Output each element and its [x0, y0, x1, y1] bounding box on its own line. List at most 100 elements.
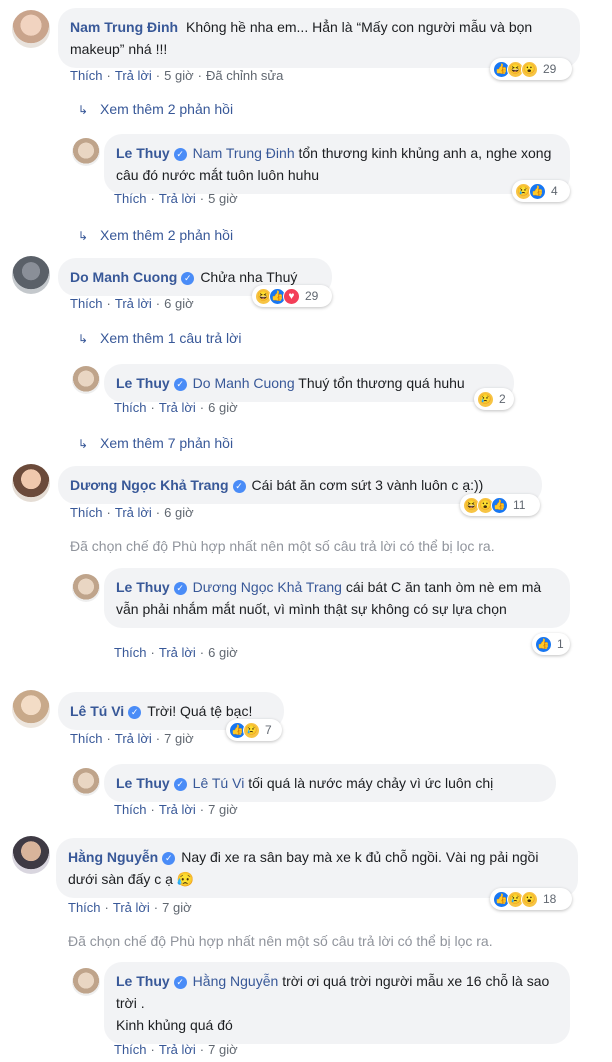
timestamp[interactable]: 7 giờ — [208, 1042, 238, 1057]
mention-link[interactable]: Lê Tú Vi — [193, 775, 245, 791]
reply-bubble: Le Thuy ✓ Hằng Nguyễn trời ơi quá trời ngư… — [104, 962, 570, 1044]
avatar[interactable] — [72, 574, 100, 602]
avatar[interactable] — [72, 968, 100, 996]
verified-badge-icon: ✓ — [232, 480, 246, 493]
love-icon: ♥ — [283, 287, 300, 305]
view-more-replies[interactable]: ↳ Xem thêm 1 câu trả lời — [78, 330, 241, 346]
timestamp[interactable]: 5 giờ — [164, 68, 194, 83]
reply-bubble: Le Thuy ✓ Lê Tú Vi tối quá là nước máy chả… — [104, 764, 556, 802]
reaction-count: 1 — [557, 637, 564, 651]
reaction-count: 18 — [543, 892, 557, 906]
reply-actions: Thích · Trả lời · 6 giờ — [114, 645, 238, 660]
reply-actions: Thích · Trả lời · 7 giờ — [114, 802, 238, 817]
reply-link[interactable]: Trả lời — [159, 1042, 196, 1057]
like-link[interactable]: Thích — [114, 645, 147, 660]
timestamp[interactable]: 6 giờ — [208, 400, 238, 415]
timestamp[interactable]: 7 giờ — [164, 731, 194, 746]
view-more-label: Xem thêm 1 câu trả lời — [100, 330, 242, 346]
mention-link[interactable]: Do Manh Cuong — [193, 375, 295, 391]
verified-badge-icon: ✓ — [173, 778, 187, 791]
reply-arrow-icon: ↳ — [78, 437, 89, 451]
reply-arrow-icon: ↳ — [78, 332, 89, 346]
comment-actions: Thích · Trả lời · 7 giờ — [68, 900, 192, 915]
timestamp[interactable]: 7 giờ — [208, 802, 238, 817]
like-link[interactable]: Thích — [70, 505, 103, 520]
reactions-summary[interactable]: 😆 😮 👍 11 — [460, 494, 540, 516]
timestamp[interactable]: 5 giờ — [208, 191, 238, 206]
like-link[interactable]: Thích — [70, 296, 103, 311]
timestamp[interactable]: 6 giờ — [208, 645, 238, 660]
reply-link[interactable]: Trả lời — [159, 645, 196, 660]
like-link[interactable]: Thích — [114, 1042, 147, 1057]
reply-author[interactable]: Le Thuy — [116, 973, 170, 989]
verified-badge-icon: ✓ — [173, 378, 187, 391]
reply-bubble: Le Thuy ✓ Do Manh Cuong Thuý tổn thương qu… — [104, 364, 514, 402]
reply-text: tối quá là nước máy chảy vì ức luôn chị — [248, 775, 494, 791]
reply-author[interactable]: Le Thuy — [116, 375, 170, 391]
comment-author[interactable]: Dương Ngọc Khả Trang — [70, 477, 229, 493]
view-more-replies[interactable]: ↳ Xem thêm 2 phản hồi — [78, 101, 233, 117]
reply-arrow-icon: ↳ — [78, 229, 89, 243]
reaction-count: 7 — [265, 723, 272, 737]
verified-badge-icon: ✓ — [173, 148, 187, 161]
reply-author[interactable]: Le Thuy — [116, 579, 170, 595]
reactions-summary[interactable]: 😢 2 — [474, 388, 514, 410]
reply-link[interactable]: Trả lời — [115, 505, 152, 520]
mention-link[interactable]: Dương Ngọc Khả Trang — [193, 579, 342, 595]
avatar[interactable] — [12, 836, 50, 874]
comment-author[interactable]: Do Manh Cuong — [70, 269, 177, 285]
view-more-label: Xem thêm 7 phản hồi — [100, 435, 234, 451]
reply-arrow-icon: ↳ — [78, 103, 89, 117]
reply-actions: Thích · Trả lời · 7 giờ — [114, 1042, 238, 1057]
reactions-summary[interactable]: 👍 😆 😮 29 — [490, 58, 572, 80]
timestamp[interactable]: 6 giờ — [164, 505, 194, 520]
like-link[interactable]: Thích — [70, 68, 103, 83]
comment-author[interactable]: Lê Tú Vi — [70, 703, 124, 719]
reply-link[interactable]: Trả lời — [115, 68, 152, 83]
reactions-summary[interactable]: 😆 👍 ♥ 29 — [252, 285, 332, 307]
comment-actions: Thích · Trả lời · 5 giờ · Đã chỉnh sửa — [70, 68, 284, 83]
comment-actions: Thích · Trả lời · 7 giờ — [70, 731, 194, 746]
reactions-summary[interactable]: 😢 👍 4 — [512, 180, 570, 202]
avatar[interactable] — [72, 366, 100, 394]
reply-text: Thuý tổn thương quá huhu — [298, 375, 465, 391]
view-more-replies[interactable]: ↳ Xem thêm 2 phản hồi — [78, 227, 233, 243]
mention-link[interactable]: Nam Trung Đinh — [193, 145, 295, 161]
reactions-summary[interactable]: 👍 1 — [532, 633, 570, 655]
reactions-summary[interactable]: 👍 😢 7 — [226, 719, 282, 741]
filter-notice: Đã chọn chế độ Phù hợp nhất nên một số c… — [68, 933, 493, 949]
sad-icon: 😢 — [477, 390, 494, 408]
avatar[interactable] — [12, 256, 50, 294]
reply-link[interactable]: Trả lời — [159, 802, 196, 817]
wow-icon: 😮 — [521, 60, 538, 78]
reply-link[interactable]: Trả lời — [115, 731, 152, 746]
comment-actions: Thích · Trả lời · 6 giờ — [70, 296, 194, 311]
reaction-count: 11 — [513, 498, 526, 512]
reactions-summary[interactable]: 👍 😢 😮 18 — [490, 888, 572, 910]
comment-author[interactable]: Nam Trung Đinh — [70, 19, 178, 35]
reply-author[interactable]: Le Thuy — [116, 775, 170, 791]
like-link[interactable]: Thích — [114, 400, 147, 415]
timestamp[interactable]: 6 giờ — [164, 296, 194, 311]
like-link[interactable]: Thích — [70, 731, 103, 746]
reply-author[interactable]: Le Thuy — [116, 145, 170, 161]
reply-link[interactable]: Trả lời — [115, 296, 152, 311]
view-more-replies[interactable]: ↳ Xem thêm 7 phản hồi — [78, 435, 233, 451]
avatar[interactable] — [72, 768, 100, 796]
like-link[interactable]: Thích — [114, 802, 147, 817]
avatar[interactable] — [12, 690, 50, 728]
sad-icon: 😢 — [243, 721, 260, 739]
avatar[interactable] — [12, 10, 50, 48]
comment-text: Cái bát ăn cơm sứt 3 vành luôn c ạ:)) — [251, 477, 484, 493]
reply-link[interactable]: Trả lời — [159, 400, 196, 415]
comment-author[interactable]: Hằng Nguyễn — [68, 849, 158, 865]
reply-link[interactable]: Trả lời — [113, 900, 150, 915]
reply-link[interactable]: Trả lời — [159, 191, 196, 206]
avatar[interactable] — [72, 138, 100, 166]
like-link[interactable]: Thích — [114, 191, 147, 206]
like-icon: 👍 — [529, 182, 546, 200]
like-link[interactable]: Thích — [68, 900, 101, 915]
avatar[interactable] — [12, 464, 50, 502]
timestamp[interactable]: 7 giờ — [162, 900, 192, 915]
mention-link[interactable]: Hằng Nguyễn — [193, 973, 279, 989]
